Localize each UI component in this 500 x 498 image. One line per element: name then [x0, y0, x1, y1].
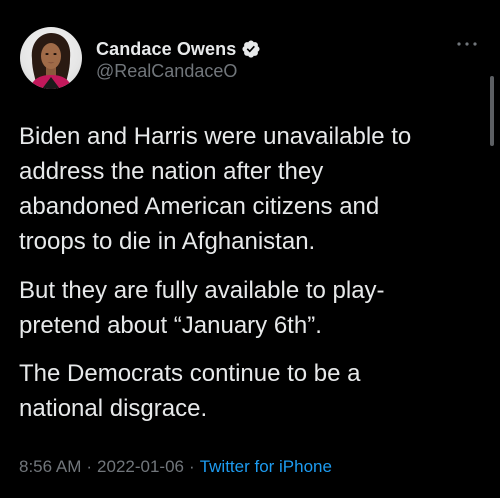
avatar[interactable]: [20, 27, 82, 89]
tweet-source-link[interactable]: Twitter for iPhone: [200, 457, 332, 477]
meta-separator-2: ·: [189, 457, 195, 476]
verified-badge-icon: [242, 40, 260, 58]
author-name-row: Candace Owens: [96, 38, 261, 60]
tweet-text-paragraph-3: The Democrats continue to be a national …: [19, 360, 361, 422]
meta-separator: ·: [86, 457, 93, 476]
tweet-text-paragraph-1: Biden and Harris were unavailable to add…: [19, 123, 412, 255]
tweet: Candace Owens @RealCandaceO Biden and Ha…: [0, 0, 500, 498]
tweet-text-paragraph-2: But they are fully available to play- pr…: [19, 277, 385, 339]
author-display-name[interactable]: Candace Owens: [96, 39, 236, 60]
tweet-time[interactable]: 8:56 AM: [19, 457, 81, 477]
tweet-date[interactable]: 2022-01-06: [97, 457, 184, 477]
more-options-icon[interactable]: [455, 38, 479, 50]
author-handle[interactable]: @RealCandaceO: [96, 61, 237, 82]
scrollbar-thumb[interactable]: [490, 76, 494, 146]
tweet-meta: 8:56 AM · 2022-01-06 · Twitter for iPhon…: [19, 457, 332, 477]
